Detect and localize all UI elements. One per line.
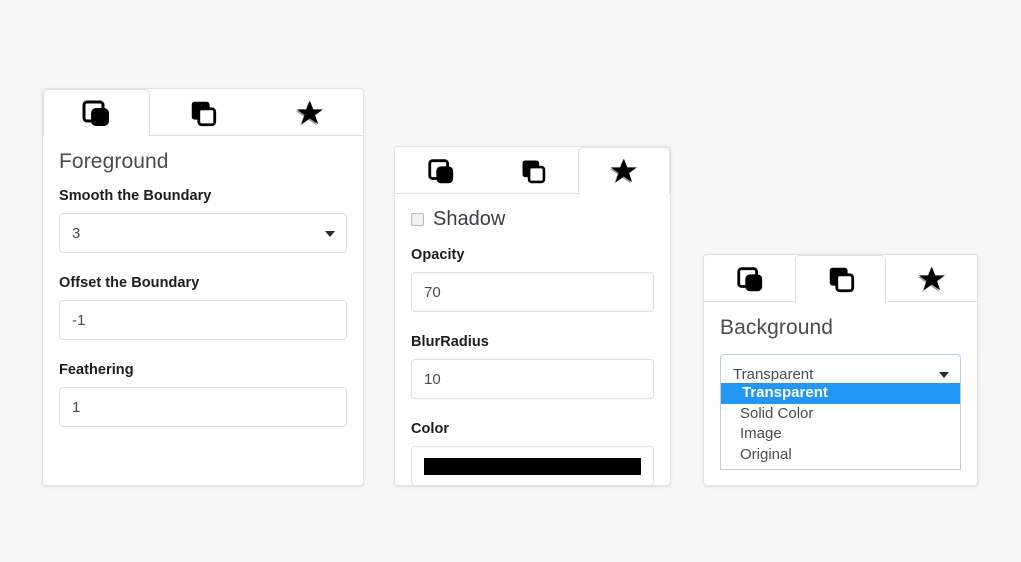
feathering-label: Feathering bbox=[59, 362, 134, 378]
blur-radius-input[interactable]: 10 bbox=[411, 359, 654, 399]
shadow-tabbar bbox=[395, 147, 671, 195]
smooth-boundary-value: 3 bbox=[72, 224, 81, 242]
sidebar-item-background-tab[interactable] bbox=[150, 89, 257, 136]
layers-outline-front-icon bbox=[188, 98, 218, 128]
color-label: Color bbox=[411, 421, 450, 437]
page-title: Foreground bbox=[59, 150, 169, 173]
offset-boundary-label: Offset the Boundary bbox=[59, 275, 200, 291]
sidebar-item-foreground-tab[interactable] bbox=[704, 255, 795, 302]
layers-filled-front-icon bbox=[426, 156, 456, 186]
layers-outline-front-icon bbox=[519, 157, 547, 185]
shadow-checkbox-row[interactable]: Shadow bbox=[411, 208, 654, 231]
color-picker[interactable] bbox=[411, 446, 654, 486]
shadow-panel-body: Shadow Opacity 70 BlurRadius 10 Color bbox=[395, 194, 670, 504]
sidebar-item-foreground-tab[interactable] bbox=[43, 89, 150, 137]
blur-radius-label: BlurRadius bbox=[411, 334, 489, 350]
star-icon bbox=[609, 156, 639, 186]
list-item[interactable]: Image bbox=[721, 424, 960, 445]
sidebar-item-background-tab[interactable] bbox=[795, 255, 886, 303]
sidebar-item-shadow-tab[interactable] bbox=[886, 255, 977, 302]
background-select-value: Transparent bbox=[733, 365, 814, 383]
background-tabbar bbox=[704, 255, 977, 303]
smooth-boundary-label: Smooth the Boundary bbox=[59, 188, 212, 204]
foreground-tabbar bbox=[43, 89, 363, 137]
layers-outline-front-icon bbox=[826, 264, 856, 294]
opacity-input[interactable]: 70 bbox=[411, 272, 654, 312]
chevron-down-icon bbox=[325, 231, 335, 237]
sidebar-item-background-tab[interactable] bbox=[487, 147, 579, 194]
offset-boundary-value: -1 bbox=[72, 311, 86, 329]
list-item[interactable]: Solid Color bbox=[721, 404, 960, 425]
opacity-value: 70 bbox=[424, 283, 441, 301]
star-icon bbox=[917, 264, 947, 294]
layers-filled-front-icon bbox=[735, 264, 765, 294]
background-select-dropdown[interactable]: Transparent Solid Color Image Original bbox=[720, 381, 961, 470]
list-item[interactable]: Transparent bbox=[721, 383, 960, 404]
color-swatch bbox=[424, 457, 641, 475]
offset-boundary-input[interactable]: -1 bbox=[59, 300, 347, 340]
blur-radius-value: 10 bbox=[424, 370, 441, 388]
sidebar-item-foreground-tab[interactable] bbox=[395, 147, 487, 194]
background-panel: Background Transparent Transparent Solid… bbox=[703, 254, 978, 486]
foreground-panel: Foreground Smooth the Boundary 3 Offset … bbox=[42, 88, 364, 486]
star-icon bbox=[295, 98, 325, 128]
layers-filled-front-icon bbox=[80, 97, 112, 129]
sidebar-item-shadow-tab[interactable] bbox=[578, 147, 671, 195]
page-title: Background bbox=[720, 316, 834, 339]
shadow-panel: Shadow Opacity 70 BlurRadius 10 Color bbox=[394, 146, 671, 486]
shadow-checkbox-label: Shadow bbox=[433, 208, 506, 230]
feathering-value: 1 bbox=[72, 398, 81, 416]
chevron-down-icon bbox=[939, 372, 949, 378]
sidebar-item-shadow-tab[interactable] bbox=[256, 89, 363, 136]
feathering-input[interactable]: 1 bbox=[59, 387, 347, 427]
checkbox-unchecked-icon[interactable] bbox=[411, 213, 424, 226]
opacity-label: Opacity bbox=[411, 247, 465, 263]
foreground-panel-body: Foreground Smooth the Boundary 3 Offset … bbox=[43, 136, 363, 445]
smooth-boundary-select[interactable]: 3 bbox=[59, 213, 347, 253]
list-item[interactable]: Original bbox=[721, 445, 960, 466]
